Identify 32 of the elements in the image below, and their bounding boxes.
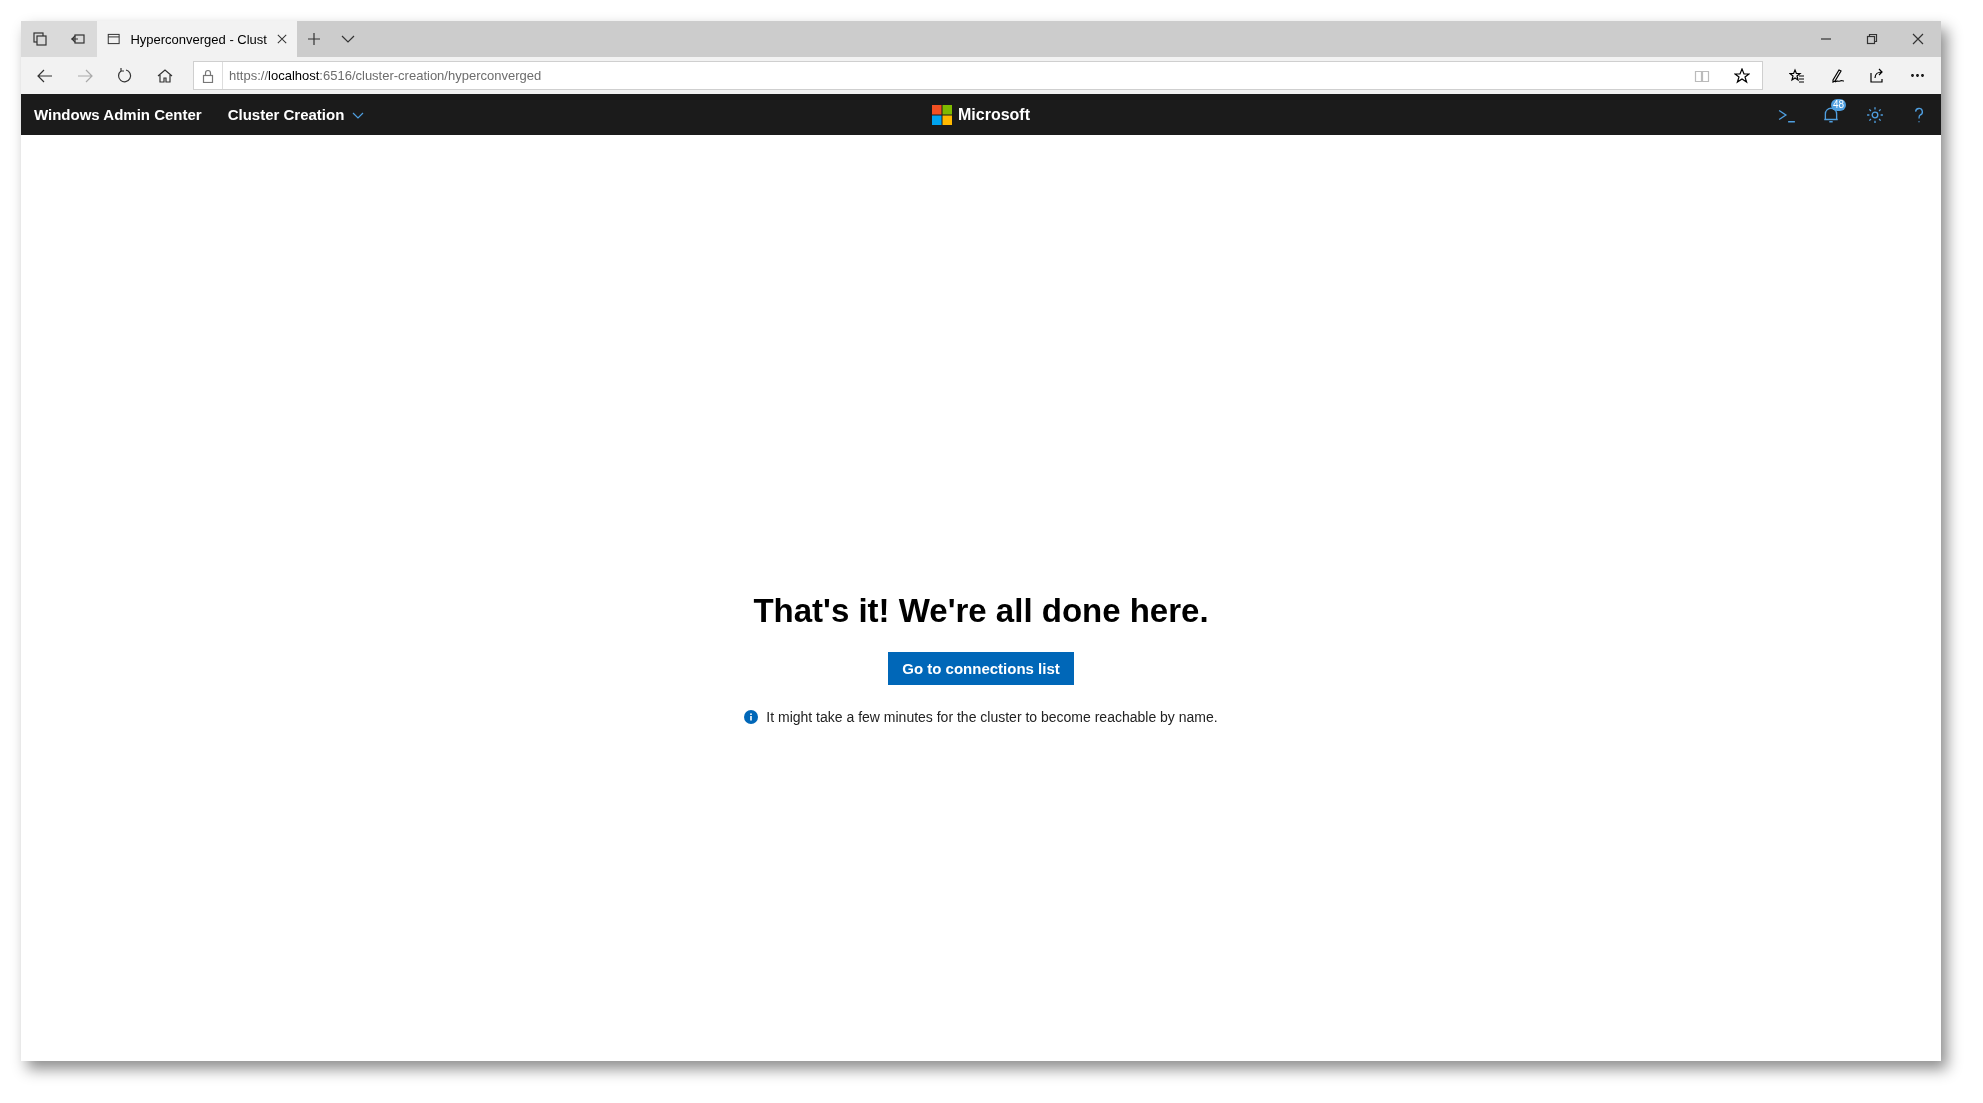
url-text: https://localhost:6516/cluster-creation/hyperconverged — [228, 68, 542, 83]
stacked-windows-icon — [32, 31, 48, 47]
brand-name: Microsoft — [958, 105, 1030, 124]
star-list-icon — [1789, 67, 1805, 84]
notification-count: 48 — [1831, 99, 1847, 111]
star-icon — [1734, 67, 1750, 84]
browser-tab[interactable]: Hyperconverged - Clust — [97, 21, 297, 57]
address-field[interactable]: https://localhost:6516/cluster-creation/hyperconverged — [193, 61, 1763, 90]
refresh-icon — [117, 67, 133, 84]
ellipsis-icon — [1910, 74, 1924, 77]
tabs-aside-icon — [70, 31, 86, 47]
connections-list-button[interactable]: Go to connections list — [888, 651, 1074, 685]
restore-icon — [1866, 33, 1878, 45]
windows-logo-icon — [932, 104, 952, 125]
context-dropdown[interactable]: Cluster Creation — [227, 106, 365, 123]
pen-icon — [1829, 67, 1845, 84]
share-icon — [1869, 67, 1885, 84]
home-icon — [157, 67, 173, 84]
arrow-right-icon — [77, 67, 93, 84]
info-message: It might take a few minutes for the cluster to become reachable by name. — [766, 708, 1218, 725]
arrow-left-icon — [37, 67, 53, 84]
set-aside-tabs-button[interactable] — [59, 21, 97, 57]
settings-icon — [1866, 105, 1884, 124]
page-icon — [107, 31, 121, 47]
plus-icon — [306, 31, 322, 47]
lock-icon — [202, 68, 214, 83]
completion-heading: That's it! We're all done here. — [753, 591, 1209, 630]
close-icon — [276, 33, 287, 45]
app-title: Windows Admin Center — [34, 106, 202, 123]
info-icon — [744, 709, 759, 724]
tab-preview-button[interactable] — [21, 21, 59, 57]
close-icon — [1912, 33, 1924, 45]
